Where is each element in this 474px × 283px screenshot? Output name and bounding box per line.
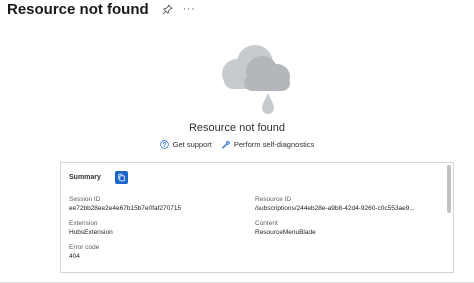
summary-header: Summary (69, 171, 128, 184)
resource-id-label: Resource ID (255, 196, 292, 203)
page-title: Resource not found (7, 0, 149, 18)
resource-id-value: /subscriptions/244eb28e-a9b8-42d4-9260-c… (255, 205, 415, 212)
action-links: Get support Perform self-diagnostics (0, 140, 474, 149)
extension-value: HubsExtension (69, 229, 113, 236)
session-id-field: Session ID ee72bb28ee2e4e67b15b7e0faf270… (69, 195, 181, 213)
get-support-link[interactable]: Get support (159, 140, 212, 149)
summary-title: Summary (69, 174, 101, 181)
help-circle-icon (159, 140, 169, 149)
summary-panel: Summary Session ID ee72bb28ee2e4e67b15b7… (60, 162, 454, 273)
session-id-value: ee72bb28ee2e4e67b15b7e0faf270715 (69, 205, 182, 212)
content-field: Content ResourceMenuBlade (255, 219, 316, 237)
content-label: Content (255, 220, 278, 227)
error-code-field: Error code 404 (69, 243, 99, 261)
get-support-label: Get support (172, 140, 212, 149)
pin-icon[interactable] (162, 3, 174, 15)
extension-field: Extension HubsExtension (69, 219, 113, 237)
copy-icon[interactable] (114, 171, 128, 184)
self-diagnostics-label: Perform self-diagnostics (233, 140, 315, 149)
self-diagnostics-link[interactable]: Perform self-diagnostics (221, 140, 314, 149)
panel-scrollbar[interactable] (447, 165, 451, 213)
resource-id-field: Resource ID /subscriptions/244eb28e-a9b8… (255, 195, 415, 213)
wrench-icon (221, 140, 230, 149)
session-id-label: Session ID (69, 196, 101, 203)
content-value: ResourceMenuBlade (255, 229, 316, 236)
extension-label: Extension (69, 220, 98, 227)
error-code-label: Error code (69, 244, 100, 251)
cloud-rain-icon (220, 41, 296, 119)
error-heading: Resource not found (188, 122, 285, 134)
page-header: Resource not found ··· (7, 0, 195, 20)
more-options-button[interactable]: ··· (183, 4, 196, 15)
error-code-value: 404 (69, 253, 80, 260)
